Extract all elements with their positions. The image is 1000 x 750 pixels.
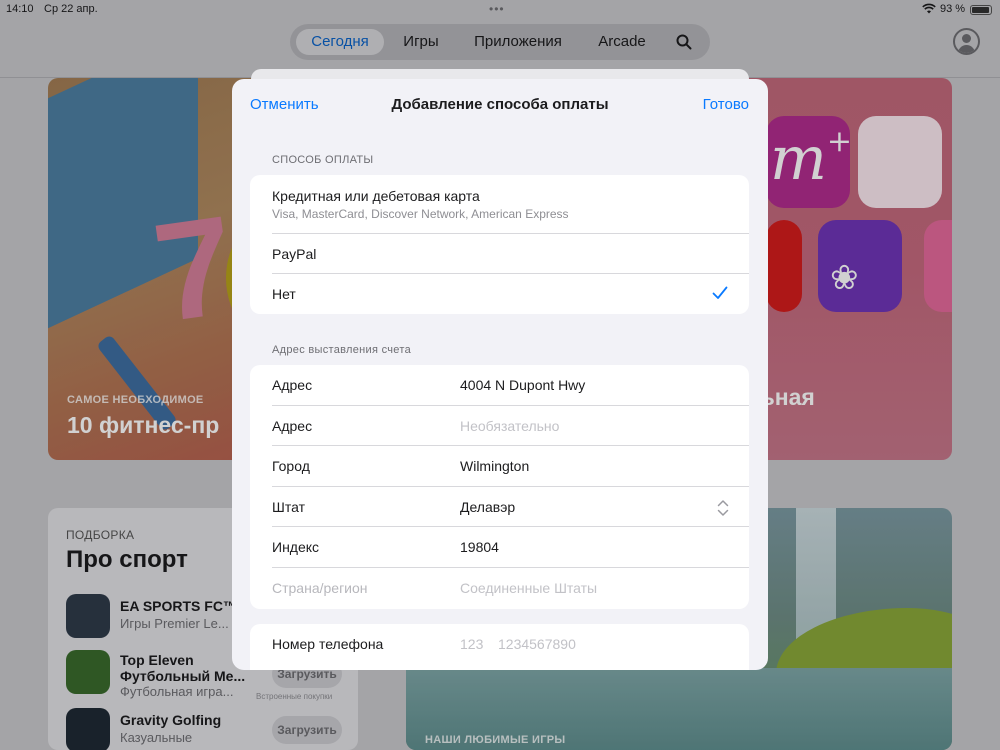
field-label: Индекс xyxy=(272,539,320,555)
state-row[interactable]: Штат Делавэр xyxy=(250,487,749,527)
payment-options: Кредитная или дебетовая карта Visa, Mast… xyxy=(250,175,749,314)
sheet-header: Отменить Добавление способа оплаты Готов… xyxy=(232,79,768,131)
city-row[interactable]: Город Wilmington xyxy=(250,446,749,487)
field-label: Город xyxy=(272,458,310,474)
address-line2-row[interactable]: Адрес Необязательно xyxy=(250,406,749,446)
zip-row[interactable]: Индекс 19804 xyxy=(250,527,749,568)
option-sublabel: Visa, MasterCard, Discover Network, Amer… xyxy=(272,207,569,221)
payment-option-paypal[interactable]: PayPal xyxy=(250,234,749,274)
country-row: Страна/регион Соединенные Штаты xyxy=(250,568,749,609)
field-label: Адрес xyxy=(272,418,313,434)
billing-section-header: Адрес выставления счета xyxy=(272,344,411,356)
phone-code-input[interactable]: 123 xyxy=(460,636,483,652)
chevron-up-down-icon[interactable] xyxy=(716,499,730,517)
field-label: Штат xyxy=(272,499,305,515)
address-line1-row[interactable]: Адрес 4004 N Dupont Hwy xyxy=(250,365,749,406)
address-line1-input[interactable]: 4004 N Dupont Hwy xyxy=(460,377,585,393)
field-label: Номер телефона xyxy=(272,636,384,652)
city-input[interactable]: Wilmington xyxy=(460,458,529,474)
country-value: Соединенные Штаты xyxy=(460,580,598,596)
payment-section-header: СПОСОБ ОПЛАТЫ xyxy=(272,154,374,166)
field-label: Адрес xyxy=(272,377,313,393)
checkmark-icon xyxy=(712,286,728,299)
phone-number-input[interactable]: 1234567890 xyxy=(498,636,576,652)
field-label: Страна/регион xyxy=(272,580,368,596)
address-line2-input[interactable]: Необязательно xyxy=(460,418,559,434)
state-select[interactable]: Делавэр xyxy=(460,499,515,515)
done-button[interactable]: Готово xyxy=(703,96,749,113)
zip-input[interactable]: 19804 xyxy=(460,539,499,555)
option-label: PayPal xyxy=(272,246,317,262)
add-payment-sheet: Отменить Добавление способа оплаты Готов… xyxy=(232,79,768,670)
sheet-title: Добавление способа оплаты xyxy=(391,96,609,113)
payment-option-none[interactable]: Нет xyxy=(250,274,749,314)
option-label: Нет xyxy=(272,286,296,302)
phone-row[interactable]: Номер телефона 123 1234567890 xyxy=(250,624,749,665)
billing-address-form: Адрес 4004 N Dupont Hwy Адрес Необязател… xyxy=(250,365,749,609)
option-label: Кредитная или дебетовая карта xyxy=(272,188,480,204)
payment-option-card[interactable]: Кредитная или дебетовая карта Visa, Mast… xyxy=(250,175,749,234)
phone-group: Номер телефона 123 1234567890 xyxy=(250,624,749,670)
